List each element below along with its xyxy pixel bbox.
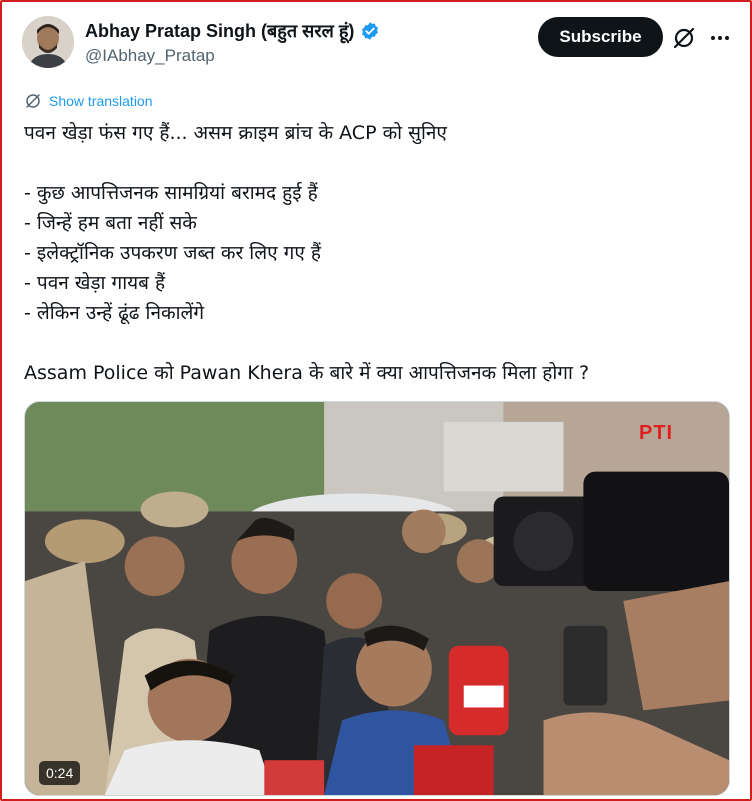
tweet-bullet-4: - पवन खेड़ा गायब हैं bbox=[24, 272, 166, 294]
tweet-bullet-3: - इलेक्ट्रॉनिक उपकरण जब्त कर लिए गए हैं bbox=[24, 242, 321, 264]
translate-icon bbox=[26, 94, 40, 108]
subscribe-button[interactable]: Subscribe bbox=[538, 17, 663, 57]
tweet-bullet-5: - लेकिन उन्हें ढूंढ निकालेंगे bbox=[24, 302, 205, 324]
show-translation-label[interactable]: Show translation bbox=[49, 93, 153, 109]
tweet-line-1: पवन खेड़ा फंस गए हैं... असम क्राइम ब्रां… bbox=[24, 122, 447, 144]
author-name-row[interactable]: Abhay Pratap Singh (बहुत सरल हूं) bbox=[85, 19, 380, 43]
tweet-last-line: Assam Police को Pawan Khera के बारे में … bbox=[24, 362, 590, 384]
pti-watermark: PTI bbox=[639, 422, 674, 444]
video-duration-badge: 0:24 bbox=[39, 761, 81, 785]
avatar[interactable] bbox=[22, 16, 74, 68]
author-handle[interactable]: @IAbhay_Pratap bbox=[85, 46, 215, 66]
tweet-header: Abhay Pratap Singh (बहुत सरल हूं) @IAbha… bbox=[22, 14, 734, 70]
verified-badge-icon bbox=[360, 21, 380, 41]
tweet-bullet-1: - कुछ आपत्तिजनक सामग्रियां बरामद हुई हैं bbox=[24, 182, 318, 204]
video-thumbnail bbox=[25, 402, 729, 795]
grok-icon[interactable] bbox=[672, 26, 696, 50]
author-display-name[interactable]: Abhay Pratap Singh (बहुत सरल हूं) bbox=[85, 19, 354, 43]
video-player[interactable]: PTI 0:24 bbox=[24, 401, 730, 796]
tweet-text: पवन खेड़ा फंस गए हैं... असम क्राइम ब्रां… bbox=[24, 118, 734, 388]
more-icon[interactable] bbox=[708, 26, 732, 50]
tweet-bullet-2: - जिन्हें हम बता नहीं सके bbox=[24, 212, 197, 234]
show-translation-link[interactable]: Show translation bbox=[24, 91, 153, 111]
